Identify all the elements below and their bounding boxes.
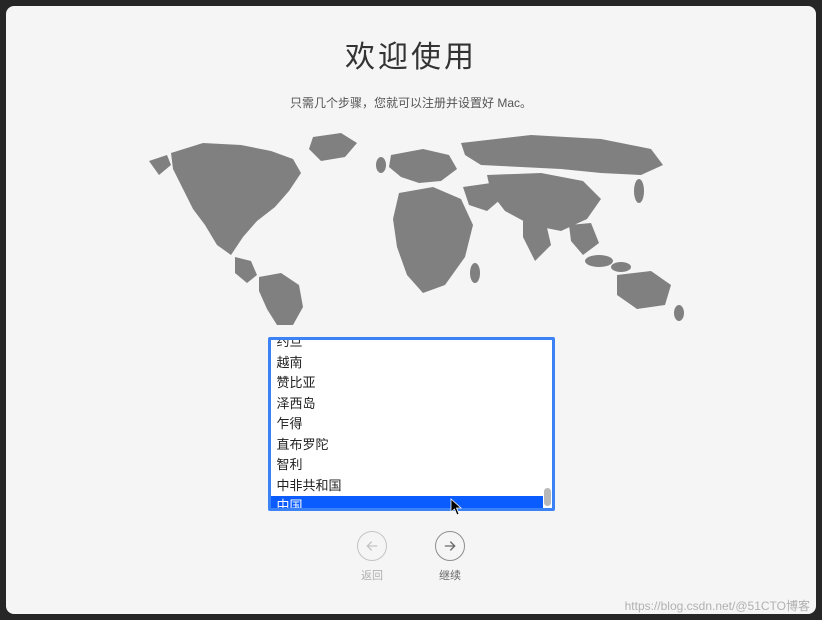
country-option[interactable]: 泽西岛 xyxy=(271,394,543,415)
continue-label: 继续 xyxy=(439,567,461,583)
country-option[interactable]: 智利 xyxy=(271,455,543,476)
page-subtitle: 只需几个步骤，您就可以注册并设置好 Mac。 xyxy=(290,94,532,111)
arrow-right-icon xyxy=(435,531,465,561)
arrow-left-icon xyxy=(357,531,387,561)
country-option[interactable]: 乍得 xyxy=(271,414,543,435)
country-option[interactable]: 中国 xyxy=(271,496,543,508)
back-label: 返回 xyxy=(361,567,383,583)
continue-button[interactable]: 继续 xyxy=(435,531,465,583)
page-title: 欢迎使用 xyxy=(345,32,477,76)
country-option[interactable]: 越南 xyxy=(271,353,543,374)
scrollbar-thumb[interactable] xyxy=(544,488,551,506)
back-button: 返回 xyxy=(357,531,387,583)
country-option[interactable]: 约旦 xyxy=(271,340,543,353)
setup-window: 欢迎使用 只需几个步骤，您就可以注册并设置好 Mac。 xyxy=(6,6,816,614)
listbox-scrollbar[interactable] xyxy=(543,340,552,508)
country-option[interactable]: 直布罗陀 xyxy=(271,435,543,456)
world-map-graphic xyxy=(131,125,691,325)
country-option[interactable]: 中非共和国 xyxy=(271,476,543,497)
nav-buttons: 返回 继续 xyxy=(357,531,465,583)
country-listbox[interactable]: 约旦越南赞比亚泽西岛乍得直布罗陀智利中非共和国中国 xyxy=(268,337,555,511)
country-option[interactable]: 赞比亚 xyxy=(271,373,543,394)
